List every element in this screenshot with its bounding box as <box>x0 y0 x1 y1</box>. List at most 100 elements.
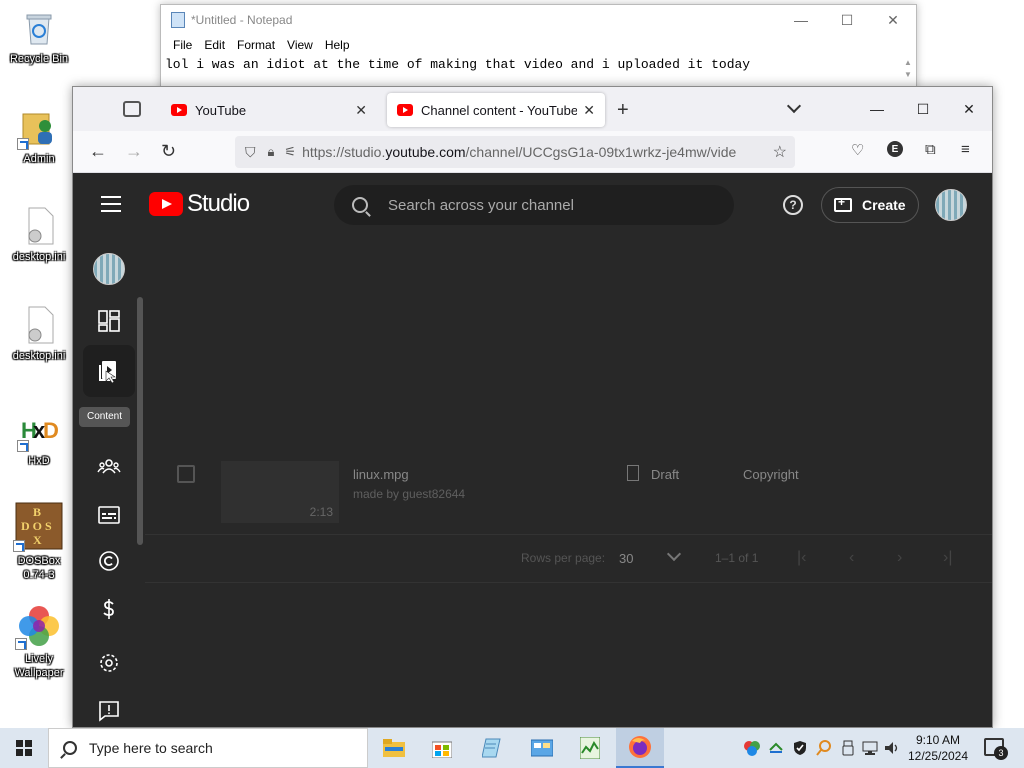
earn-dollar-icon[interactable] <box>97 597 121 621</box>
search-tray-icon[interactable] <box>816 740 832 759</box>
menu-help[interactable]: Help <box>319 35 356 55</box>
task-manager-icon[interactable] <box>566 728 614 768</box>
lively-wallpaper-icon <box>15 604 61 650</box>
notepad-scrollbar[interactable]: ▲ ▼ <box>902 57 914 83</box>
security-shield-tray-icon[interactable] <box>792 740 808 759</box>
minimize-icon[interactable]: — <box>778 5 824 35</box>
microsoft-store-icon[interactable] <box>418 728 466 768</box>
close-tab-icon[interactable]: ✕ <box>583 102 595 119</box>
copyright-icon[interactable] <box>97 549 121 573</box>
help-icon[interactable]: ? <box>783 195 803 215</box>
bookmark-star-icon[interactable]: ☆ <box>773 142 787 162</box>
notepad-taskbar-icon[interactable] <box>468 728 516 768</box>
desktop-icon-admin[interactable]: Admin <box>3 108 75 166</box>
pocket-icon[interactable]: ♡ <box>851 141 864 159</box>
notepad-window-controls: — ☐ ✕ <box>778 5 916 35</box>
reload-icon[interactable]: ↻ <box>161 141 176 162</box>
url-bar[interactable]: ⛉ 🔒︎ ⚟ https://studio.youtube.com/channe… <box>235 136 795 168</box>
volume-tray-icon[interactable] <box>884 740 900 759</box>
forward-icon[interactable]: → <box>125 141 143 162</box>
firefox-window[interactable]: YouTube ✕ Channel content - YouTube Stu … <box>72 86 993 728</box>
chevron-down-icon[interactable] <box>666 546 682 562</box>
tracking-protection-icon[interactable]: ⛉ <box>245 144 256 161</box>
extensions-icon[interactable]: ⧉ <box>925 141 936 158</box>
minimize-icon[interactable]: — <box>854 87 900 131</box>
desktop-icon-dosbox[interactable]: BD O SX DOSBox 0.74-3 <box>3 502 75 582</box>
video-restrictions[interactable]: Copyright <box>743 467 799 482</box>
pagination-bar: Rows per page: 30 1–1 of 1 |‹ ‹ › ›| <box>145 535 992 583</box>
close-icon[interactable]: ✕ <box>870 5 916 35</box>
taskbar-search-placeholder: Type here to search <box>89 740 213 756</box>
menu-file[interactable]: File <box>167 35 198 55</box>
desktop-icon-lively-wallpaper[interactable]: Lively Wallpaper <box>3 604 75 680</box>
clock-date: 12/25/2024 <box>907 749 969 763</box>
studio-sidebar: Content <box>73 237 145 727</box>
color-picker-tray-icon[interactable] <box>744 740 760 759</box>
channel-avatar[interactable] <box>93 253 125 285</box>
video-title[interactable]: linux.mpg <box>353 467 409 482</box>
next-page-icon[interactable]: › <box>897 549 902 567</box>
desktop-icon-label: Recycle Bin <box>9 53 69 65</box>
notepad-window[interactable]: *Untitled - Notepad — ☐ ✕ File Edit Form… <box>160 4 917 90</box>
content-icon[interactable] <box>97 359 121 383</box>
avatar[interactable] <box>935 189 967 221</box>
studio-logo[interactable]: Studio <box>149 190 250 218</box>
desktop-icon-recycle-bin[interactable]: Recycle Bin <box>3 8 75 66</box>
close-tab-icon[interactable]: ✕ <box>355 102 367 119</box>
search-icon <box>352 197 368 213</box>
menu-icon[interactable]: ≡ <box>961 141 970 158</box>
previous-page-icon[interactable]: ‹ <box>849 549 854 567</box>
account-icon[interactable]: E <box>887 141 903 157</box>
hamburger-menu-icon[interactable] <box>101 196 121 212</box>
desktop-icon-hxd[interactable]: HxD HxD <box>3 410 75 468</box>
sidebar-scrollbar[interactable] <box>137 297 143 545</box>
desktop-icon-label: Admin <box>23 153 55 165</box>
tab-channel-content[interactable]: Channel content - YouTube Stu ✕ <box>387 93 605 127</box>
url-text[interactable]: https://studio.youtube.com/channel/UCCgs… <box>302 144 742 160</box>
community-icon[interactable] <box>97 455 121 479</box>
list-all-tabs-icon[interactable] <box>787 101 801 115</box>
tab-youtube[interactable]: YouTube ✕ <box>161 93 377 127</box>
last-page-icon[interactable]: ›| <box>943 549 952 567</box>
rows-per-page-select[interactable]: 30 <box>619 551 633 566</box>
notepad-text-area[interactable]: lol i was an idiot at the time of making… <box>165 57 750 72</box>
control-panel-icon[interactable] <box>518 728 566 768</box>
usb-device-tray-icon[interactable] <box>840 740 856 759</box>
back-icon[interactable]: ← <box>89 141 107 162</box>
menu-view[interactable]: View <box>281 35 319 55</box>
desktop-icon-label: DOSBox 0.74-3 <box>17 555 61 581</box>
network-sync-tray-icon[interactable] <box>768 740 784 759</box>
send-feedback-icon[interactable] <box>97 699 121 723</box>
dashboard-icon[interactable] <box>97 309 121 333</box>
taskbar-search-input[interactable]: Type here to search <box>48 728 368 768</box>
menu-edit[interactable]: Edit <box>198 35 231 55</box>
first-page-icon[interactable]: |‹ <box>797 549 806 567</box>
close-icon[interactable]: ✕ <box>946 87 992 131</box>
new-tab-icon[interactable]: + <box>617 99 629 122</box>
firefox-view-icon[interactable] <box>123 101 141 117</box>
create-label: Create <box>862 197 906 213</box>
settings-gear-icon[interactable] <box>97 651 121 675</box>
network-tray-icon[interactable] <box>862 740 878 759</box>
svg-text:X: X <box>33 533 42 547</box>
create-button[interactable]: Create <box>821 187 919 223</box>
file-explorer-icon[interactable] <box>370 728 418 768</box>
start-button[interactable] <box>0 728 48 768</box>
row-checkbox[interactable] <box>177 465 195 483</box>
hxd-icon: HxD <box>17 410 59 452</box>
subtitles-icon[interactable] <box>97 503 121 527</box>
desktop-icon-desktop-ini-2[interactable]: desktop.ini <box>3 305 75 363</box>
browser-window-controls: — ☐ ✕ <box>854 87 992 131</box>
table-row[interactable]: 2:13 linux.mpg made by guest82644 Draft … <box>145 453 992 535</box>
maximize-icon[interactable]: ☐ <box>824 5 870 35</box>
studio-search-input[interactable]: Search across your channel <box>334 185 734 225</box>
video-visibility[interactable]: Draft <box>651 467 679 482</box>
maximize-icon[interactable]: ☐ <box>900 87 946 131</box>
desktop-icon-desktop-ini-1[interactable]: desktop.ini <box>3 206 75 264</box>
system-clock[interactable]: 9:10 AM 12/25/2024 <box>900 732 976 764</box>
menu-format[interactable]: Format <box>231 35 281 55</box>
firefox-taskbar-icon[interactable] <box>616 728 664 768</box>
lock-icon[interactable]: 🔒︎ <box>268 144 275 160</box>
permissions-icon[interactable]: ⚟ <box>284 144 296 160</box>
video-thumbnail[interactable]: 2:13 <box>221 461 339 523</box>
